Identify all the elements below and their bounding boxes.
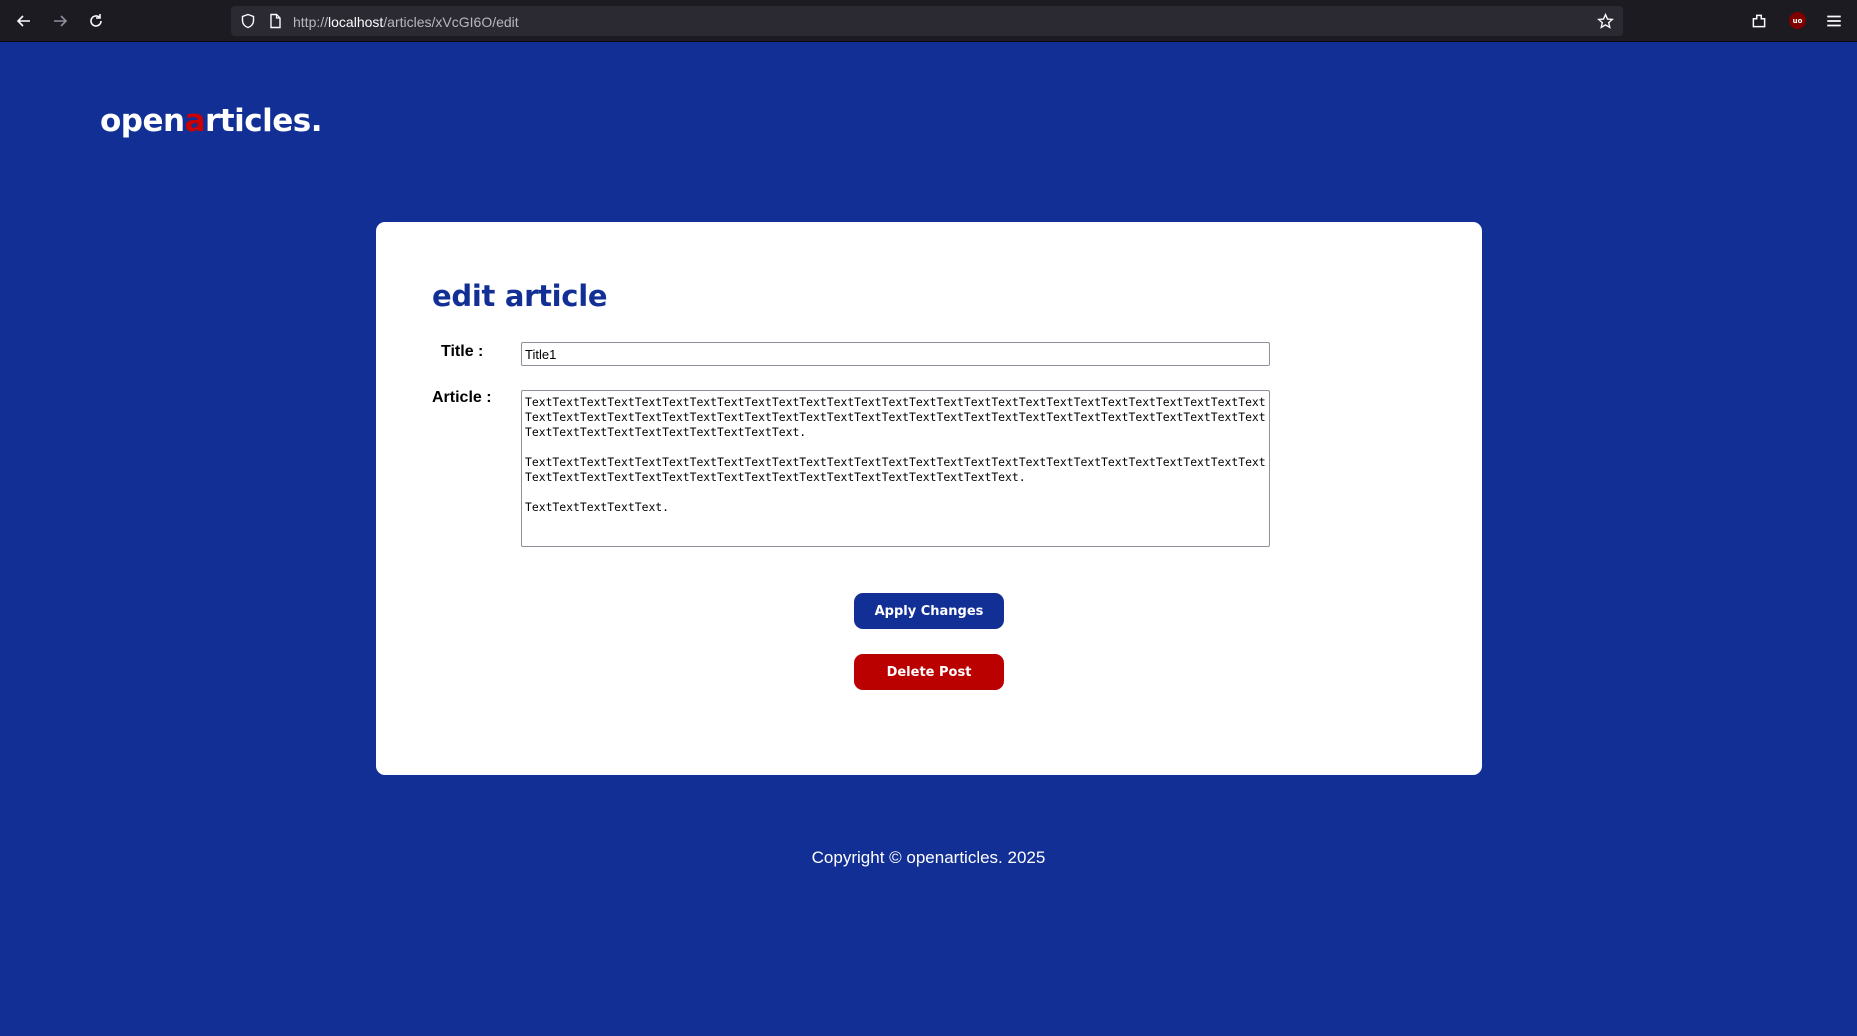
page-title: edit article: [432, 279, 608, 313]
apply-changes-button[interactable]: Apply Changes: [854, 593, 1004, 629]
extensions-icon[interactable]: [1750, 12, 1768, 30]
url-path: /articles/xVcGI6O/edit: [383, 14, 519, 30]
footer-copyright: Copyright © openarticles. 2025: [811, 848, 1046, 867]
star-icon[interactable]: [1597, 13, 1614, 30]
title-input[interactable]: [521, 342, 1270, 366]
reload-button[interactable]: [84, 9, 108, 33]
page-icon[interactable]: [267, 13, 283, 29]
logo-part1: open: [100, 103, 185, 139]
back-button[interactable]: [12, 9, 36, 33]
browser-toolbar: http://localhost/articles/xVcGI6O/edit u…: [0, 0, 1857, 42]
article-label: Article :: [432, 389, 492, 406]
delete-post-button[interactable]: Delete Post: [854, 654, 1004, 690]
menu-icon[interactable]: [1825, 12, 1843, 30]
forward-button[interactable]: [48, 9, 72, 33]
logo-part2: rticles.: [205, 103, 323, 139]
url-scheme: http://: [293, 14, 329, 30]
logo-accent: a: [184, 103, 206, 139]
url-text[interactable]: http://localhost/articles/xVcGI6O/edit: [293, 14, 519, 30]
article-textarea[interactable]: TextTextTextTextTextTextTextTextTextText…: [521, 390, 1270, 547]
url-host: localhost: [328, 14, 384, 30]
back-icon: [16, 15, 30, 27]
reload-icon: [90, 14, 102, 27]
shield-icon[interactable]: [240, 13, 256, 29]
address-bar[interactable]: http://localhost/articles/xVcGI6O/edit: [231, 6, 1623, 36]
forward-icon: [54, 15, 68, 27]
site-logo[interactable]: openarticles.: [100, 103, 323, 139]
title-label: Title :: [441, 343, 484, 360]
ublock-icon-glyph: uo: [1792, 16, 1803, 25]
ublock-icon[interactable]: uo: [1789, 12, 1806, 29]
edit-article-card: edit article Title : Article : TextTextT…: [376, 222, 1482, 775]
